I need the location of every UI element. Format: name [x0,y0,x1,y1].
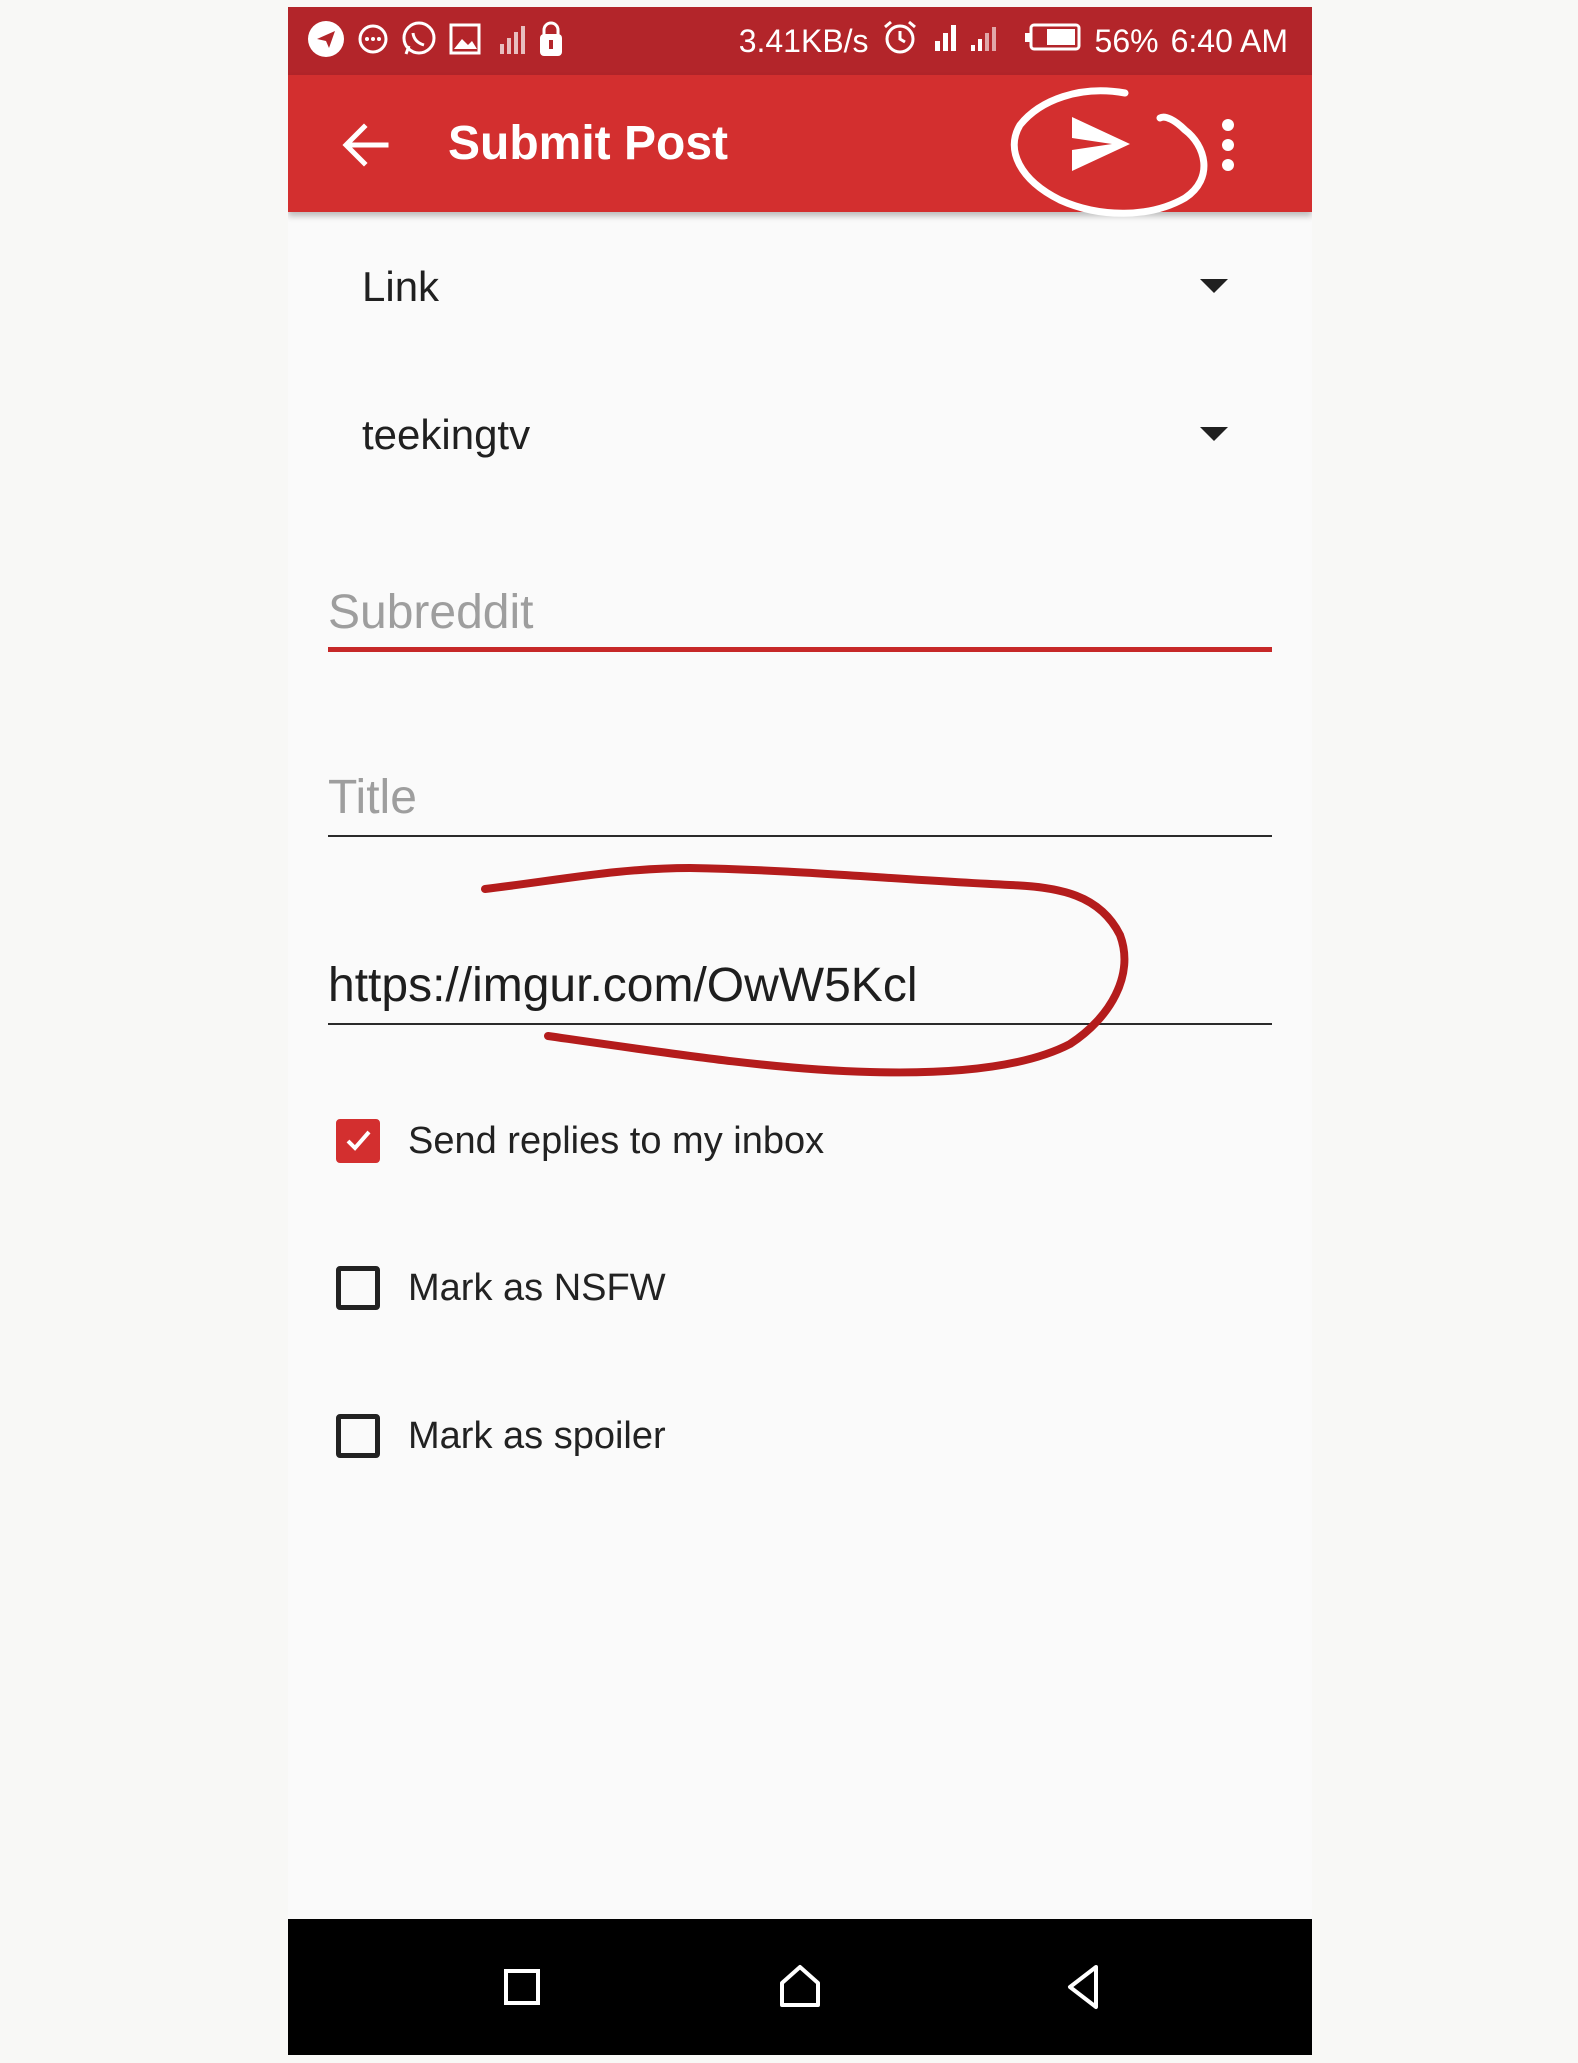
app-bar: Submit Post [288,75,1312,212]
nsfw-label: Mark as NSFW [408,1266,666,1309]
telegram-icon [306,19,346,64]
post-type-dropdown[interactable]: Link [288,227,1312,347]
account-dropdown[interactable]: teekingtv [288,375,1312,495]
nsfw-checkbox[interactable] [336,1266,380,1310]
chat-icon [356,22,390,61]
navigation-bar [288,1919,1312,2055]
mobile-data-icon [931,19,1011,63]
alarm-icon [881,18,919,64]
title-input[interactable]: Title [328,737,1272,837]
account-value: teekingtv [362,411,531,458]
post-type-value: Link [362,263,440,310]
spoiler-label: Mark as spoiler [408,1414,666,1457]
send-replies-option[interactable]: Send replies to my inbox [336,1101,824,1181]
battery-percent: 56% [1094,22,1159,59]
nsfw-option[interactable]: Mark as NSFW [336,1248,666,1328]
battery-icon [1023,21,1083,61]
status-bar-notification-icons [306,19,566,64]
dropdown-arrow-icon [1200,427,1228,441]
network-speed: 3.41KB/s [738,22,869,59]
subreddit-placeholder: Subreddit [328,586,534,639]
recents-icon[interactable] [494,1959,550,2015]
send-replies-label: Send replies to my inbox [408,1119,825,1162]
title-placeholder: Title [328,771,417,824]
back-icon[interactable] [1056,1959,1112,2015]
more-vert-icon[interactable] [1208,115,1248,175]
clock: 6:40 AM [1170,22,1288,59]
send-replies-checkbox[interactable] [336,1119,380,1163]
url-value: https://imgur.com/OwW5Kcl [328,959,918,1012]
signal-icon [492,22,526,61]
gallery-icon [448,22,482,61]
dropdown-arrow-icon [1200,279,1228,293]
url-underline [328,1023,1272,1025]
page-title: Submit Post [448,117,729,170]
spoiler-checkbox[interactable] [336,1414,380,1458]
status-bar: 3.41KB/s 56% 6:40 AM [288,7,1312,75]
spoiler-option[interactable]: Mark as spoiler [336,1396,666,1476]
url-input[interactable]: https://imgur.com/OwW5Kcl [328,925,1272,1025]
lock-icon [536,20,566,63]
phone-screen: 3.41KB/s 56% 6:40 AM Submit Post Link te… [288,7,1312,2055]
status-bar-right: 3.41KB/s 56% 6:40 AM [739,7,1288,75]
subreddit-input[interactable]: Subreddit [328,547,1272,652]
subreddit-underline [328,647,1272,652]
back-arrow-icon[interactable] [336,115,396,175]
home-icon[interactable] [772,1959,828,2015]
whatsapp-icon [400,20,438,63]
title-underline [328,835,1272,837]
send-icon[interactable] [1068,113,1134,175]
